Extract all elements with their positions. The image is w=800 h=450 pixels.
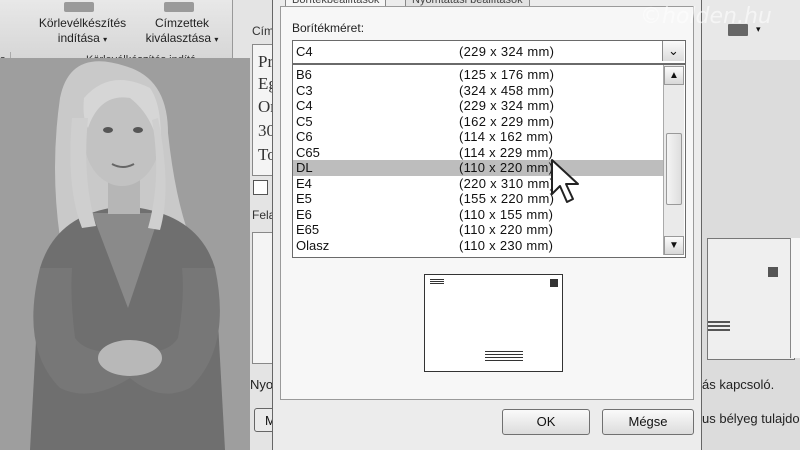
- list-item-name: E6: [296, 206, 312, 222]
- combo-selected-name: C4: [296, 44, 313, 59]
- return-address-icon: [430, 279, 444, 280]
- mouse-cursor-icon: [551, 159, 579, 203]
- list-item-name: C4: [296, 98, 313, 113]
- list-item-name: E4: [296, 175, 312, 191]
- stamp-properties-button[interactable]: us bélyeg tulajdo: [702, 411, 800, 426]
- list-item-name: C5: [296, 113, 313, 129]
- list-item[interactable]: E4 (220 x 310 mm): [293, 176, 664, 192]
- start-mail-merge-button[interactable]: Körlevélkészítés indítása ▾: [30, 16, 135, 47]
- scrollbar-thumb[interactable]: [666, 133, 682, 205]
- select-recipients-label-2: kiválasztása: [145, 31, 211, 45]
- select-recipients-button[interactable]: Címzettek kiválasztása ▾: [136, 16, 228, 47]
- list-item[interactable]: C65 (114 x 229 mm): [293, 145, 664, 161]
- list-item-name: C3: [296, 82, 313, 98]
- ok-button[interactable]: OK: [502, 409, 590, 435]
- envelope-preview-right: [707, 238, 795, 360]
- list-item[interactable]: C5 (162 x 229 mm): [293, 114, 664, 130]
- presenter-photo: [0, 58, 250, 450]
- list-item[interactable]: Olasz (110 x 230 mm): [293, 238, 664, 254]
- recipients-icon: [164, 2, 194, 12]
- checkbox[interactable]: [253, 180, 268, 195]
- list-item-name: DL: [296, 160, 313, 175]
- chevron-down-icon: ⌄: [668, 43, 679, 58]
- list-item[interactable]: C4 (229 x 324 mm): [293, 98, 664, 114]
- envelope-size-combo[interactable]: C4 (229 x 324 mm): [292, 40, 686, 64]
- chevron-down-icon: ▾: [103, 35, 108, 44]
- mail-merge-icon: [64, 2, 94, 12]
- stamp-icon: [550, 279, 558, 287]
- list-item-name: E5: [296, 191, 312, 206]
- list-item-dims: (162 x 229 mm): [459, 113, 555, 129]
- envelope-preview-edge: [790, 238, 800, 358]
- list-item-dims: (155 x 220 mm): [459, 191, 555, 206]
- print-label: Nyo: [250, 377, 274, 392]
- scroll-down-button[interactable]: ▼: [664, 236, 684, 255]
- list-item-dims: (110 x 220 mm): [459, 222, 554, 237]
- list-item-dims: (114 x 229 mm): [459, 144, 554, 160]
- combo-selected-dims: (229 x 324 mm): [459, 44, 555, 59]
- list-item-dims: (229 x 324 mm): [459, 98, 555, 113]
- watermark: ©holden.hu: [640, 4, 772, 29]
- envelope-preview: [424, 274, 563, 372]
- cancel-button[interactable]: Mégse: [602, 409, 694, 435]
- list-item-dims: (110 x 220 mm): [459, 160, 554, 175]
- list-item-name: E65: [296, 222, 320, 237]
- list-item-name: C65: [296, 144, 320, 160]
- list-item-name: Olasz: [296, 237, 330, 253]
- chevron-up-icon: ▲: [669, 70, 679, 81]
- chevron-down-icon: ▼: [669, 240, 679, 251]
- list-item-dims: (110 x 230 mm): [459, 237, 554, 253]
- start-mail-merge-label-1: Körlevélkészítés: [38, 16, 127, 30]
- envelope-size-list[interactable]: B6 (125 x 176 mm) C3 (324 x 458 mm) C4 (229…: [292, 64, 686, 258]
- list-item[interactable]: E6 (110 x 155 mm): [293, 207, 664, 223]
- list-item-dims: (220 x 310 mm): [459, 175, 555, 191]
- list-item[interactable]: B6 (125 x 176 mm): [293, 67, 664, 83]
- list-item[interactable]: E65 (110 x 220 mm): [293, 222, 664, 238]
- switch-description: ás kapcsoló.: [702, 377, 775, 392]
- start-mail-merge-label-2: indítása: [57, 31, 100, 45]
- stamp-icon: [768, 267, 778, 277]
- list-item-name: C6: [296, 129, 313, 144]
- list-item-dims: (114 x 162 mm): [459, 129, 554, 144]
- list-item[interactable]: C3 (324 x 458 mm): [293, 83, 664, 99]
- address-lines-icon: [708, 321, 730, 323]
- scroll-up-button[interactable]: ▲: [664, 66, 684, 85]
- select-recipients-label-1: Címzettek: [154, 16, 209, 30]
- list-item-dims: (324 x 458 mm): [459, 82, 555, 98]
- combo-dropdown-button[interactable]: ⌄: [662, 41, 684, 61]
- list-item[interactable]: C6 (114 x 162 mm): [293, 129, 664, 145]
- list-item-highlighted[interactable]: DL (110 x 220 mm): [293, 160, 664, 176]
- list-item-dims: (125 x 176 mm): [459, 67, 555, 82]
- delivery-address-icon: [485, 351, 523, 352]
- list-item-dims: (110 x 155 mm): [459, 206, 554, 222]
- list-item-name: B6: [296, 67, 312, 82]
- envelope-size-label: Borítékméret:: [292, 21, 365, 35]
- recipient-field-label: Cím: [252, 24, 274, 38]
- chevron-down-icon: ▾: [214, 35, 219, 44]
- list-item[interactable]: E5 (155 x 220 mm): [293, 191, 664, 207]
- address-line: Pr: [258, 52, 274, 71]
